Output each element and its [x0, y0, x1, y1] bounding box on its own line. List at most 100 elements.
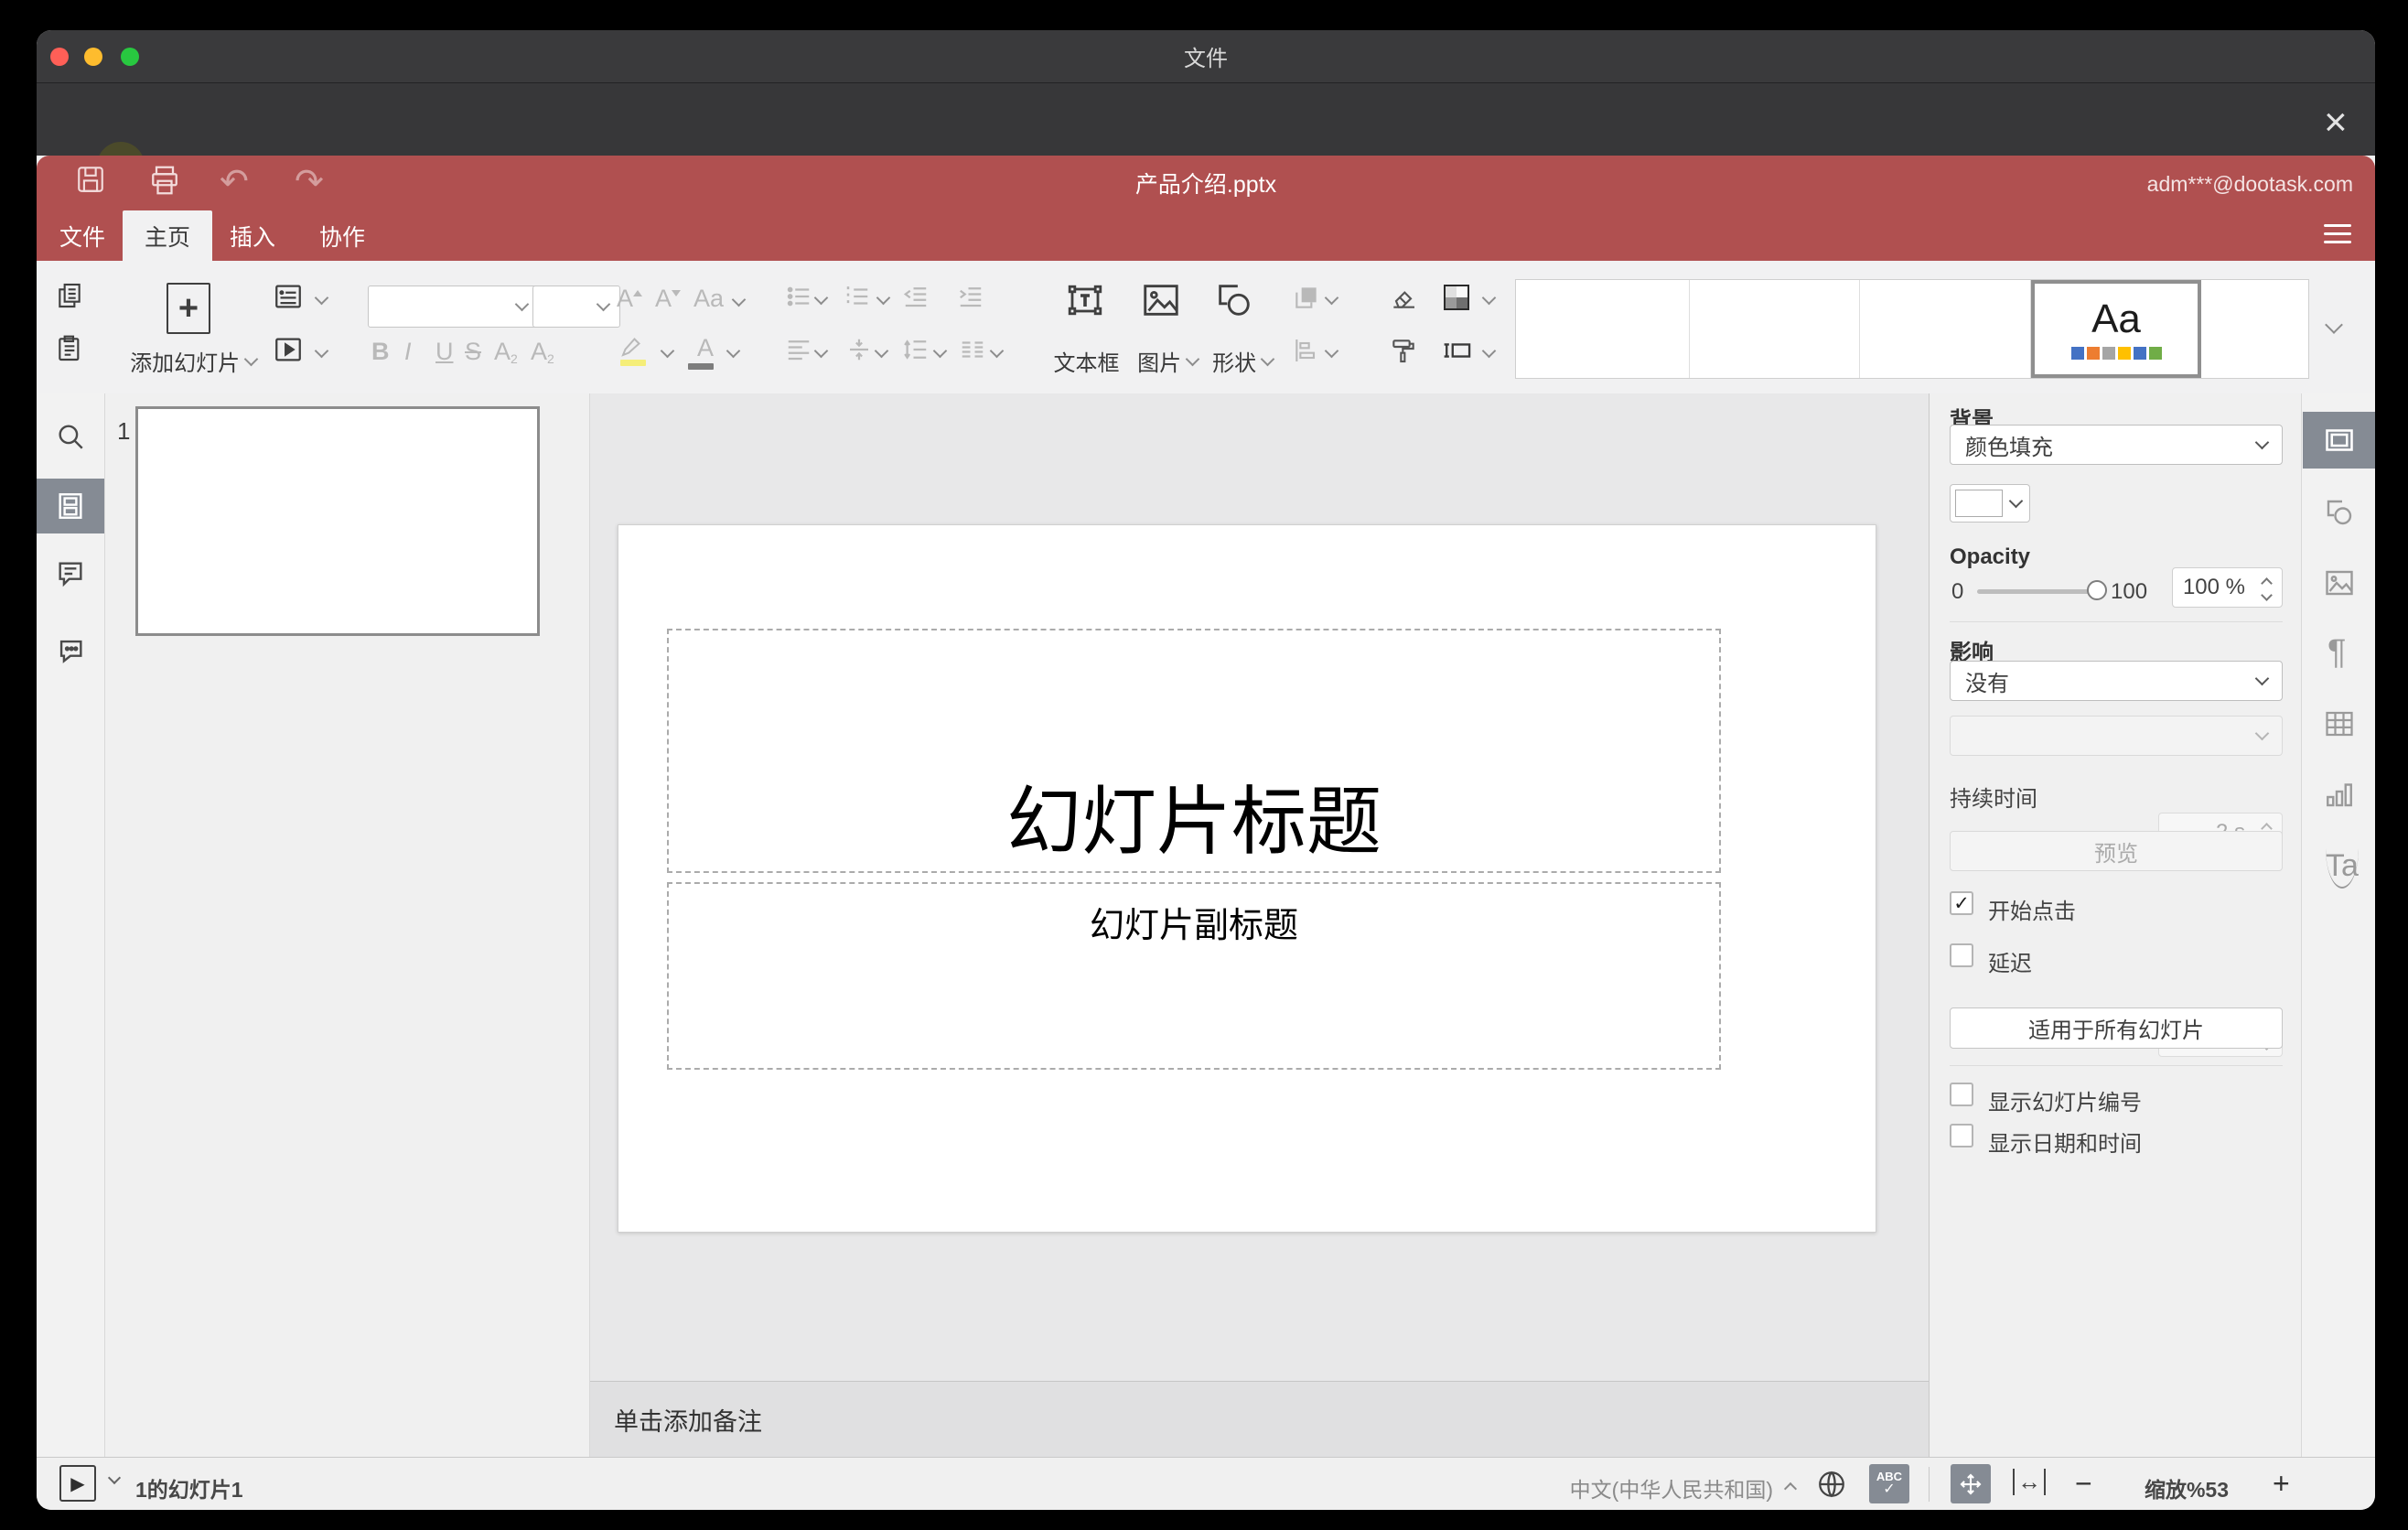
slide-title-text[interactable]: 幻灯片标题 [1006, 760, 1381, 871]
zoom-level[interactable]: 缩放%53 [2132, 1472, 2241, 1503]
fill-type-select[interactable]: 颜色填充 [1950, 425, 2283, 465]
fill-color-picker[interactable] [1950, 484, 2030, 523]
vertical-align-chevron-icon[interactable] [874, 343, 889, 359]
increase-font-icon[interactable]: A [617, 285, 643, 313]
textbox-label[interactable]: 文本框 [1043, 345, 1130, 377]
paste-icon[interactable] [55, 334, 84, 363]
increase-indent-icon[interactable] [957, 283, 984, 310]
slide-canvas[interactable]: 幻灯片标题 幻灯片副标题 [618, 524, 1876, 1233]
theme-selected[interactable]: Aa [2031, 280, 2201, 378]
table-settings-tab[interactable] [2323, 707, 2356, 740]
image-label[interactable]: 图片 [1125, 345, 1209, 377]
decrease-indent-icon[interactable] [902, 283, 930, 310]
slideshow-mode-chevron-icon[interactable] [107, 1471, 122, 1485]
bold-button[interactable]: B [371, 338, 390, 366]
insert-shape-icon[interactable] [1213, 279, 1255, 321]
close-icon[interactable]: × [2324, 102, 2348, 143]
fit-slide-button[interactable] [1951, 1464, 1991, 1503]
start-slideshow-icon[interactable] [273, 334, 304, 365]
highlight-color-icon[interactable] [618, 334, 646, 366]
delay-checkbox[interactable] [1950, 943, 1973, 967]
copy-style-icon[interactable] [1389, 336, 1418, 365]
show-slide-number-checkbox[interactable] [1950, 1083, 1973, 1106]
vertical-align-icon[interactable] [845, 336, 873, 363]
decrease-font-icon[interactable]: A [655, 285, 682, 313]
italic-button[interactable]: I [404, 338, 412, 366]
start-slideshow-status-icon[interactable]: ▶ [59, 1465, 96, 1502]
slide-settings-tab[interactable] [2303, 412, 2375, 469]
spell-check-toggle[interactable]: ABC ✓ [1869, 1464, 1909, 1503]
opacity-slider-thumb[interactable] [2087, 580, 2107, 600]
superscript-button[interactable]: A2 [494, 338, 518, 366]
zoom-in-button[interactable]: + [2273, 1467, 2290, 1501]
theme-blank[interactable] [1516, 280, 1690, 378]
theme-blank[interactable] [2201, 280, 2307, 378]
align-chevron-icon[interactable] [813, 343, 829, 359]
font-name-select[interactable] [368, 286, 539, 328]
start-on-click-checkbox[interactable]: ✓ [1950, 891, 1973, 915]
search-icon[interactable] [55, 421, 86, 452]
effect-select[interactable]: 没有 [1950, 661, 2283, 701]
numbered-chevron-icon[interactable] [876, 290, 891, 306]
align-shape-icon[interactable] [1292, 336, 1321, 365]
insert-image-icon[interactable] [1140, 279, 1182, 321]
comments-icon[interactable] [55, 558, 86, 589]
shape-label[interactable]: 形状 [1200, 345, 1285, 377]
tab-file[interactable]: 文件 [46, 210, 119, 261]
bullet-list-icon[interactable] [785, 283, 812, 310]
clear-style-icon[interactable] [1389, 283, 1418, 312]
effect-type-select[interactable] [1950, 716, 2283, 756]
chart-settings-tab[interactable] [2323, 778, 2356, 811]
fit-width-button[interactable]: ↔ [2013, 1469, 2046, 1495]
textart-settings-tab[interactable]: Ta [2326, 848, 2359, 889]
tab-insert[interactable]: 插入 [216, 210, 289, 261]
columns-icon[interactable] [959, 336, 986, 363]
columns-chevron-icon[interactable] [989, 343, 1005, 359]
preview-button[interactable]: 预览 [1950, 831, 2283, 871]
arrange-shape-icon[interactable] [1292, 283, 1321, 312]
underline-button[interactable]: U [435, 338, 454, 366]
highlight-chevron-icon[interactable] [660, 343, 675, 359]
textbox-icon[interactable] [1063, 277, 1107, 323]
paragraph-settings-tab[interactable]: ¶ [2327, 633, 2346, 673]
slide-size-chevron-icon[interactable] [1481, 343, 1497, 359]
slide-subtitle-text[interactable]: 幻灯片副标题 [1090, 884, 1298, 947]
arrange-chevron-icon[interactable] [1324, 290, 1339, 306]
theme-blank[interactable] [1690, 280, 1860, 378]
font-color-icon[interactable]: A [688, 334, 714, 370]
bullet-chevron-icon[interactable] [813, 290, 829, 306]
show-date-checkbox[interactable] [1950, 1124, 1973, 1148]
notes-placeholder[interactable]: 单击添加备注 [614, 1402, 762, 1438]
add-slide-button[interactable]: + [167, 283, 210, 334]
select-colors-icon[interactable] [1444, 285, 1469, 310]
font-size-select[interactable] [532, 286, 620, 328]
document-language-icon[interactable] [1815, 1468, 1848, 1501]
slides-panel-tab[interactable] [37, 479, 104, 533]
change-case-icon[interactable]: Aa [693, 285, 724, 313]
shape-settings-tab[interactable] [2323, 496, 2356, 529]
select-colors-chevron-icon[interactable] [1481, 290, 1497, 306]
image-settings-tab[interactable] [2323, 566, 2356, 599]
menu-icon[interactable] [2324, 219, 2351, 249]
slide-thumbnail[interactable] [135, 406, 540, 636]
slide-size-icon[interactable] [1442, 336, 1473, 365]
opacity-slider-track[interactable] [1977, 589, 2096, 594]
tab-collaboration[interactable]: 协作 [306, 210, 379, 261]
notes-area[interactable]: 单击添加备注 [590, 1381, 1929, 1457]
copy-icon[interactable] [55, 281, 84, 310]
theme-gallery-chevron-icon[interactable] [2325, 316, 2343, 334]
slideshow-chevron-icon[interactable] [314, 343, 329, 359]
font-color-chevron-icon[interactable] [726, 343, 741, 359]
theme-blank[interactable] [1860, 280, 2031, 378]
slide-layout-chevron-icon[interactable] [314, 290, 329, 306]
opacity-input[interactable]: 100 % [2172, 567, 2283, 608]
tab-home[interactable]: 主页 [123, 210, 212, 261]
subtitle-placeholder[interactable]: 幻灯片副标题 [667, 882, 1721, 1070]
change-case-chevron-icon[interactable] [731, 292, 747, 307]
add-slide-label[interactable]: 添加幻灯片 [124, 345, 262, 377]
slide-layout-icon[interactable] [273, 281, 304, 312]
line-spacing-icon[interactable] [902, 336, 930, 363]
zoom-out-button[interactable]: − [2075, 1467, 2092, 1501]
numbered-list-icon[interactable] [844, 283, 871, 310]
subscript-button[interactable]: A2 [531, 338, 554, 366]
